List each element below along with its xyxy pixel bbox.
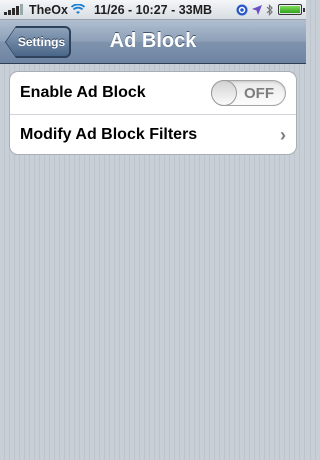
navigation-bar: Settings Ad Block <box>0 20 306 64</box>
modify-filters-row[interactable]: Modify Ad Block Filters › <box>10 114 296 154</box>
chevron-right-icon: › <box>280 124 286 145</box>
signal-bars-icon <box>4 4 23 15</box>
toggle-knob[interactable] <box>211 80 237 106</box>
settings-group: Enable Ad Block OFF Modify Ad Block Filt… <box>9 71 297 155</box>
status-bar: TheOx 11/26 - 10:27 - 33MB <box>0 0 306 20</box>
enable-ad-block-toggle[interactable]: OFF <box>211 80 286 106</box>
carrier-name: TheOx <box>29 2 68 17</box>
wifi-icon <box>70 4 85 14</box>
bluetooth-icon <box>266 3 273 16</box>
enable-ad-block-label: Enable Ad Block <box>20 84 146 101</box>
page-title: Ad Block <box>109 30 197 52</box>
enable-ad-block-row: Enable Ad Block OFF <box>10 72 296 114</box>
sync-icon <box>236 4 248 15</box>
modify-filters-label: Modify Ad Block Filters <box>20 126 198 143</box>
location-arrow-icon <box>252 4 262 15</box>
battery-icon <box>278 4 305 15</box>
toggle-state-label: OFF <box>244 85 274 102</box>
